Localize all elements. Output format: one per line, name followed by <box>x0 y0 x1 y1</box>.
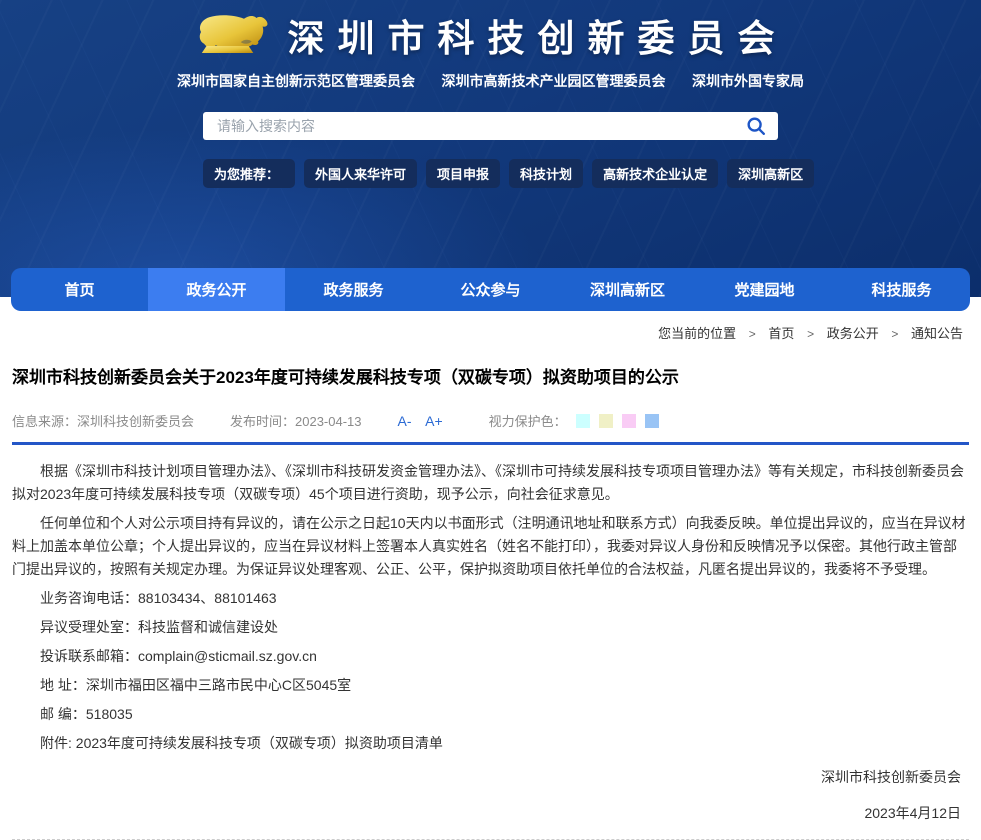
tag-foreigner-permit[interactable]: 外国人来华许可 <box>304 159 417 188</box>
site-header: 深圳市科技创新委员会 深圳市国家自主创新示范区管理委员会 深圳市高新技术产业园区… <box>0 0 981 297</box>
tag-hightech-enterprise[interactable]: 高新技术企业认定 <box>592 159 718 188</box>
signature-org: 深圳市科技创新委员会 <box>12 767 961 787</box>
breadcrumb-notices[interactable]: 通知公告 <box>911 326 963 341</box>
tag-project-application[interactable]: 项目申报 <box>426 159 500 188</box>
paragraph: 根据《深圳市科技计划项目管理办法》、《深圳市科技研发资金管理办法》、《深圳市可持… <box>12 460 969 506</box>
font-smaller-button[interactable]: A- <box>398 413 412 429</box>
breadcrumb-gov-disclosure[interactable]: 政务公开 <box>827 326 879 341</box>
breadcrumb-separator: > <box>749 327 756 341</box>
article-body: 根据《深圳市科技计划项目管理办法》、《深圳市科技研发资金管理办法》、《深圳市可持… <box>12 460 969 823</box>
page-title: 深圳市科技创新委员会关于2023年度可持续发展科技专项（双碳专项）拟资助项目的公… <box>12 363 969 388</box>
nav-item-gov-services[interactable]: 政务服务 <box>285 268 422 311</box>
eye-protect-label: 视力保护色： <box>489 411 567 430</box>
recommend-tags: 为您推荐： 外国人来华许可 项目申报 科技计划 高新技术企业认定 深圳高新区 <box>203 159 778 188</box>
main-nav: 首页 政务公开 政务服务 公众参与 深圳高新区 党建园地 科技服务 <box>11 268 970 311</box>
paragraph: 任何单位和个人对公示项目持有异议的，请在公示之日起10天内以书面形式（注明通讯地… <box>12 512 969 581</box>
nav-item-home[interactable]: 首页 <box>11 268 148 311</box>
main-content: 您当前的位置 > 首页 > 政务公开 > 通知公告 深圳市科技创新委员会关于20… <box>0 323 981 840</box>
eye-color-pink-swatch[interactable] <box>622 414 636 428</box>
search-bar <box>203 112 778 140</box>
breadcrumb-home[interactable]: 首页 <box>768 326 794 341</box>
search-input[interactable] <box>203 112 778 140</box>
nav-item-public-participation[interactable]: 公众参与 <box>422 268 559 311</box>
breadcrumb-prefix: 您当前的位置 <box>658 326 736 341</box>
tag-shenzhen-hightech-zone[interactable]: 深圳高新区 <box>727 159 814 188</box>
font-size-controls: A- A+ <box>398 413 453 429</box>
signature-date: 2023年4月12日 <box>12 803 961 823</box>
eye-color-blue-swatch[interactable] <box>645 414 659 428</box>
sub-link-innovation-zone[interactable]: 深圳市国家自主创新示范区管理委员会 <box>177 73 415 89</box>
affiliated-links: 深圳市国家自主创新示范区管理委员会 深圳市高新技术产业园区管理委员会 深圳市外国… <box>0 71 981 91</box>
sub-link-hightech-park[interactable]: 深圳市高新技术产业园区管理委员会 <box>442 73 666 89</box>
site-title: 深圳市科技创新委员会 <box>288 8 788 62</box>
consult-phone-line: 业务咨询电话：88103434、88101463 <box>12 587 969 610</box>
publish-date: 发布时间：2023-04-13 <box>230 411 362 430</box>
nav-item-party-building[interactable]: 党建园地 <box>696 268 833 311</box>
breadcrumb-separator: > <box>891 327 898 341</box>
breadcrumb: 您当前的位置 > 首页 > 政务公开 > 通知公告 <box>12 323 969 342</box>
address-line: 地 址：深圳市福田区福中三路市民中心C区5045室 <box>12 674 969 697</box>
postcode-line: 邮 编：518035 <box>12 703 969 726</box>
eye-color-cyan-swatch[interactable] <box>576 414 590 428</box>
nav-item-gov-disclosure[interactable]: 政务公开 <box>148 268 285 311</box>
eye-color-yellow-swatch[interactable] <box>599 414 613 428</box>
search-icon <box>745 125 767 140</box>
site-branding[interactable]: 深圳市科技创新委员会 <box>0 0 981 62</box>
search-button[interactable] <box>744 115 768 137</box>
font-larger-button[interactable]: A+ <box>425 413 443 429</box>
info-source: 信息来源：深圳科技创新委员会 <box>12 411 194 430</box>
complaint-email-line: 投诉联系邮箱：complain@sticmail.sz.gov.cn <box>12 645 969 668</box>
recommend-label: 为您推荐： <box>203 159 295 188</box>
article-meta: 信息来源：深圳科技创新委员会 发布时间：2023-04-13 A- A+ 视力保… <box>12 411 969 430</box>
objection-office-line: 异议受理处室：科技监督和诚信建设处 <box>12 616 969 639</box>
breadcrumb-separator: > <box>807 327 814 341</box>
nav-item-tech-services[interactable]: 科技服务 <box>833 268 970 311</box>
title-divider <box>12 442 969 445</box>
sub-link-foreign-experts[interactable]: 深圳市外国专家局 <box>692 73 804 89</box>
bull-logo-icon <box>194 7 272 62</box>
nav-item-hightech-zone[interactable]: 深圳高新区 <box>559 268 696 311</box>
signature-block: 深圳市科技创新委员会 2023年4月12日 <box>12 767 969 823</box>
attachment-line: 附件: 2023年度可持续发展科技专项（双碳专项）拟资助项目清单 <box>12 732 969 755</box>
tag-tech-plan[interactable]: 科技计划 <box>509 159 583 188</box>
eye-protect-group: 视力保护色： <box>489 411 659 430</box>
